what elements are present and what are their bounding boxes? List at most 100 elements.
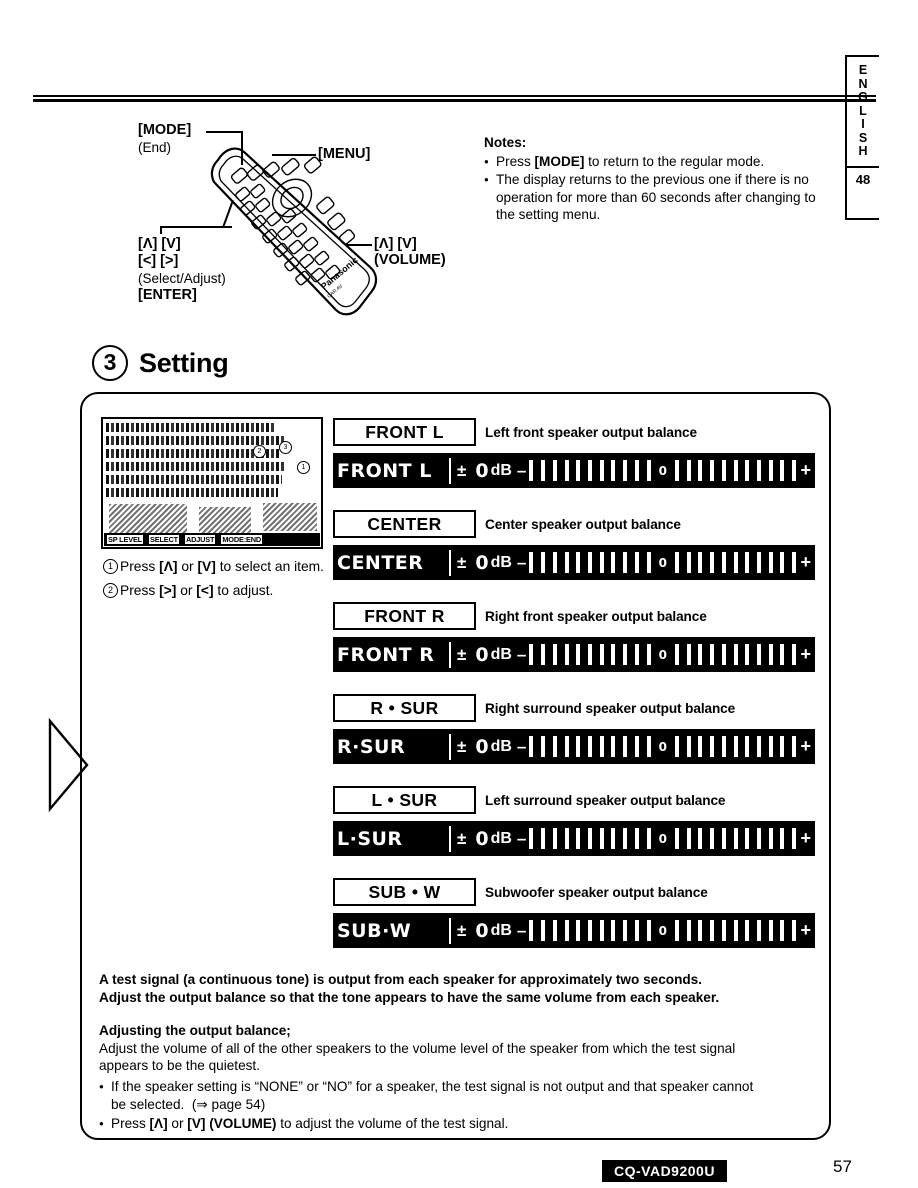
speaker-name-box: L • SUR (333, 786, 476, 814)
meter-segment (552, 552, 557, 573)
meter-segment (646, 460, 651, 481)
display-sign: ± (457, 644, 467, 664)
model-badge: CQ-VAD9200U (602, 1160, 727, 1182)
meter-segment (576, 460, 581, 481)
meter-segment (686, 552, 691, 573)
display-value: 0 (475, 827, 489, 850)
step-title: Setting (139, 347, 229, 378)
meter-segment (552, 828, 557, 849)
body-text: A test signal (a continuous tone) is out… (99, 971, 759, 1135)
meter-center-label: 0 (658, 463, 667, 478)
meter-segment (646, 552, 651, 573)
meter-segment (698, 644, 703, 665)
meter-segment (780, 644, 785, 665)
meter-minus-sign: – (516, 736, 527, 756)
display-sign: ± (457, 552, 467, 572)
meter-center-label: 0 (658, 555, 667, 570)
page-number: 57 (833, 1157, 852, 1176)
meter-segment (623, 736, 628, 757)
display-divider (449, 917, 451, 944)
meter-segment (710, 552, 715, 573)
meter-plus-sign: + (800, 828, 811, 848)
meter-segment (634, 736, 639, 757)
callout-mode-sub: (End) (138, 139, 172, 155)
meter-segment (721, 644, 726, 665)
tab-letter: G (858, 90, 868, 104)
meter-segment (675, 736, 679, 757)
speaker-description: Left surround speaker output balance (485, 792, 726, 808)
meter-minus-sign: – (516, 460, 527, 480)
meter-plus-sign: + (800, 552, 811, 572)
instruction-number: 1 (103, 559, 118, 574)
meter-segment (745, 920, 750, 941)
status-item: MODE:END (221, 535, 262, 544)
meter-segment (792, 920, 797, 941)
meter-segment (576, 644, 581, 665)
meter-segment (757, 644, 762, 665)
step-number: 3 (92, 345, 128, 381)
meter-segment (745, 460, 750, 481)
meter-segment (623, 552, 628, 573)
meter-segment (733, 552, 738, 573)
meter-segment (611, 736, 616, 757)
meter-center-label: 0 (658, 739, 667, 754)
meter-segment (721, 552, 726, 573)
meter-segment (757, 552, 762, 573)
speaker-row: CENTER Center speaker output balance CENTE… (333, 510, 815, 580)
level-meter: 0 (529, 919, 797, 943)
meter-segment (529, 920, 534, 941)
speaker-description: Left front speaker output balance (485, 424, 697, 440)
display-divider (449, 825, 451, 852)
meter-segment (564, 644, 569, 665)
display-speaker-name: R·SUR (337, 735, 406, 758)
meter-segment (710, 736, 715, 757)
meter-segment (698, 828, 703, 849)
meter-minus-sign: – (516, 644, 527, 664)
meter-segment (576, 552, 581, 573)
callout-updown: [Λ] [V] (138, 236, 181, 252)
speaker-name-box: FRONT L (333, 418, 476, 446)
meter-segment (599, 552, 604, 573)
speaker-description: Center speaker output balance (485, 516, 681, 532)
meter-segment (768, 828, 773, 849)
meter-segment (757, 828, 762, 849)
meter-segment (698, 460, 703, 481)
speaker-level-display: R·SUR ±0 dB –0 + (333, 729, 815, 764)
meter-segment (780, 828, 785, 849)
display-sign: ± (457, 460, 467, 480)
meter-segment (634, 920, 639, 941)
instruction-row: 2 Press [>] or [<] to adjust. (103, 582, 328, 599)
callout-enter: [ENTER] (138, 287, 197, 303)
step-heading: 3 Setting (92, 345, 229, 381)
meter-segment (564, 552, 569, 573)
meter-segment (721, 920, 726, 941)
status-item: ADJUST (184, 535, 216, 544)
meter-segment (745, 644, 750, 665)
display-divider (449, 549, 451, 576)
body-para2: Adjust the volume of all of the other sp… (99, 1040, 736, 1074)
lcd-callout-number: 2 (253, 445, 266, 458)
tab-letter: E (858, 63, 868, 77)
meter-segment (686, 828, 691, 849)
meter-center-label: 0 (658, 647, 667, 662)
meter-segment (757, 460, 762, 481)
meter-segment (780, 460, 785, 481)
display-unit: dB (490, 921, 512, 939)
language-tab-letters: E N G L I S H (847, 57, 879, 159)
meter-segment (792, 552, 797, 573)
meter-segment (733, 644, 738, 665)
header-rule (33, 95, 876, 102)
body-bullet-list: If the speaker setting is “NONE” or “NO”… (99, 1078, 759, 1133)
body-para1-line1: A test signal (a continuous tone) is out… (99, 972, 703, 987)
display-unit: dB (490, 737, 512, 755)
instruction-number: 2 (103, 583, 118, 598)
meter-segment (792, 828, 797, 849)
meter-segment (587, 828, 592, 849)
meter-segment (529, 644, 534, 665)
meter-segment (541, 920, 546, 941)
meter-segment (675, 552, 679, 573)
meter-minus-sign: – (516, 828, 527, 848)
meter-segment (757, 736, 762, 757)
meter-segment (529, 828, 534, 849)
meter-segment (686, 736, 691, 757)
